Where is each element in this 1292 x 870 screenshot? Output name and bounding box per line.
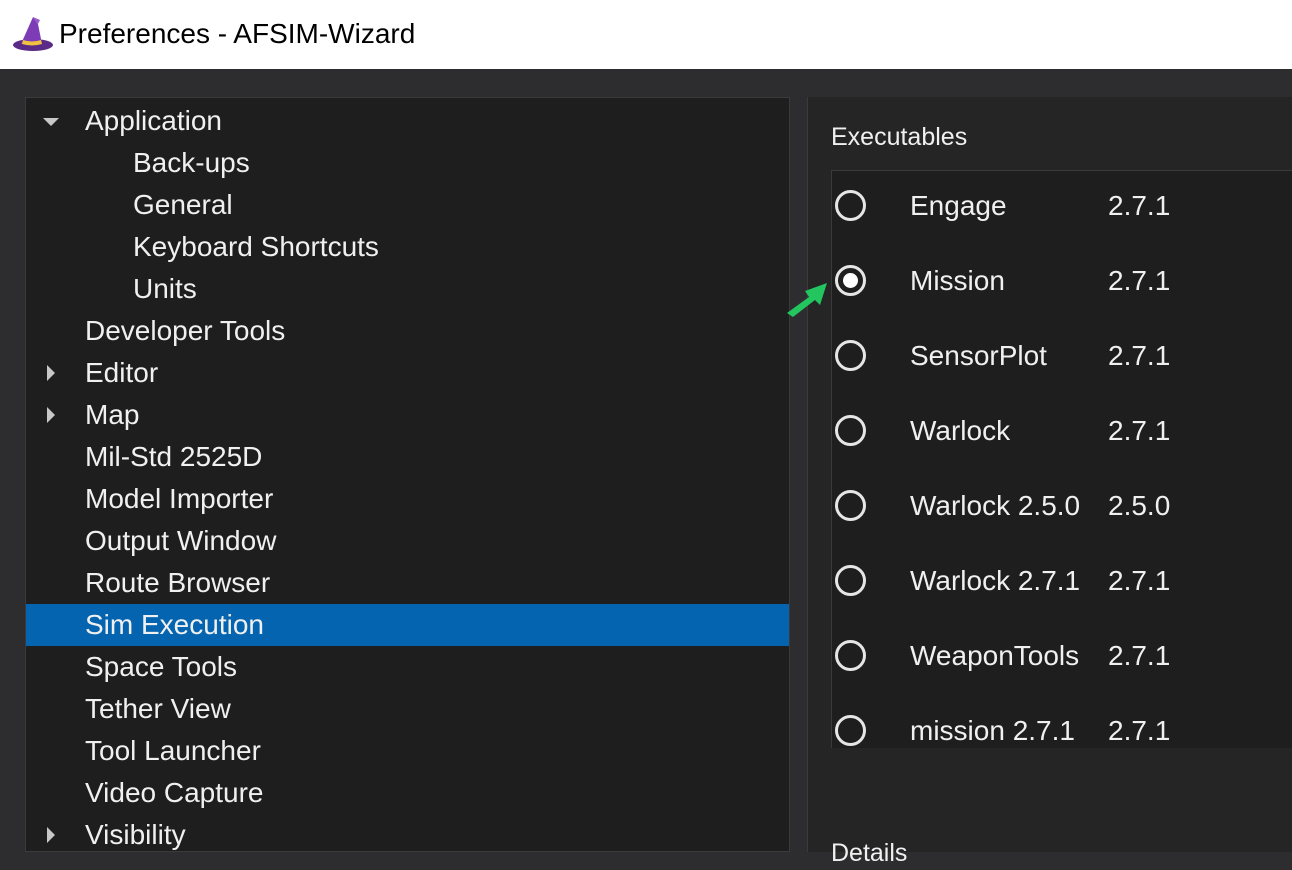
- tree-item-label: Route Browser: [85, 567, 271, 598]
- executable-radio[interactable]: [835, 340, 866, 371]
- tree-item-label: Units: [133, 273, 197, 304]
- executable-version: 2.7.1: [1108, 640, 1171, 671]
- window-title: Preferences - AFSIM-Wizard: [59, 18, 416, 49]
- tree-item-route-browser[interactable]: Route Browser: [26, 562, 789, 604]
- tree-item-back-ups[interactable]: Back-ups: [26, 142, 789, 184]
- tree-item-sim-execution[interactable]: Sim Execution: [26, 604, 789, 646]
- executable-name: Warlock 2.7.1: [910, 565, 1081, 596]
- executable-version: 2.7.1: [1108, 340, 1171, 371]
- executable-radio[interactable]: [835, 490, 866, 521]
- executable-name: Engage: [910, 190, 1007, 221]
- executable-version: 2.7.1: [1108, 715, 1171, 746]
- executable-row[interactable]: Warlock 2.5.0 2.5.0: [832, 471, 1292, 546]
- executable-radio[interactable]: [835, 715, 866, 746]
- details-title: Details: [831, 839, 908, 867]
- tree-item-label: Space Tools: [85, 651, 238, 682]
- executable-row[interactable]: Mission 2.7.1: [832, 246, 1292, 321]
- tree-item-label: Application: [85, 105, 222, 136]
- executable-radio[interactable]: [835, 640, 866, 671]
- executable-name: Mission: [910, 265, 1005, 296]
- tree-item-map[interactable]: Map: [26, 394, 789, 436]
- executable-name: mission 2.7.1: [910, 715, 1075, 746]
- executable-row[interactable]: Warlock 2.7.1: [832, 396, 1292, 471]
- tree-item-output-window[interactable]: Output Window: [26, 520, 789, 562]
- green-arrow-annotation: [787, 283, 827, 317]
- tree-item-keyboard-shortcuts[interactable]: Keyboard Shortcuts: [26, 226, 789, 268]
- executable-version: 2.7.1: [1108, 565, 1171, 596]
- chevron-down-icon[interactable]: [43, 118, 59, 126]
- tree-item-label: Visibility: [85, 819, 186, 850]
- executable-name: Warlock: [910, 415, 1011, 446]
- title-bar: Preferences - AFSIM-Wizard: [0, 0, 1292, 69]
- executables-title: Executables: [831, 123, 968, 151]
- tree-item-editor[interactable]: Editor: [26, 352, 789, 394]
- executable-version: 2.7.1: [1108, 265, 1171, 296]
- tree-item-mil-std-2525d[interactable]: Mil-Std 2525D: [26, 436, 789, 478]
- executable-row[interactable]: WeaponTools 2.7.1: [832, 621, 1292, 696]
- tree-item-label: Model Importer: [85, 483, 274, 514]
- tree-item-label: Map: [85, 399, 140, 430]
- preferences-tree[interactable]: Application Back-ups General Keyboard Short…: [25, 97, 790, 852]
- chevron-right-icon[interactable]: [47, 365, 55, 381]
- executable-name: Warlock 2.5.0: [910, 490, 1081, 521]
- tree-item-label: Output Window: [85, 525, 277, 556]
- chevron-right-icon[interactable]: [47, 407, 55, 423]
- executable-version: 2.7.1: [1108, 190, 1171, 221]
- tree-item-label: Tool Launcher: [85, 735, 261, 766]
- executable-row[interactable]: SensorPlot 2.7.1: [832, 321, 1292, 396]
- tree-item-video-capture[interactable]: Video Capture: [26, 772, 789, 814]
- tree-item-general[interactable]: General: [26, 184, 789, 226]
- executable-radio[interactable]: [835, 190, 866, 221]
- tree-item-space-tools[interactable]: Space Tools: [26, 646, 789, 688]
- wizard-hat-icon: [13, 17, 53, 51]
- executable-radio[interactable]: [835, 415, 866, 446]
- tree-item-label: Video Capture: [85, 777, 264, 808]
- tree-item-tool-launcher[interactable]: Tool Launcher: [26, 730, 789, 772]
- tree-item-label: Mil-Std 2525D: [85, 441, 263, 472]
- tree-item-label: Developer Tools: [85, 315, 286, 346]
- executable-version: 2.7.1: [1108, 415, 1171, 446]
- tree-item-model-importer[interactable]: Model Importer: [26, 478, 789, 520]
- executable-version: 2.5.0: [1108, 490, 1171, 521]
- executables-list[interactable]: Engage 2.7.1 Mission 2.7.1 SensorPlot 2.7.1 Wa…: [831, 170, 1292, 748]
- tree-item-tether-view[interactable]: Tether View: [26, 688, 789, 730]
- tree-item-units[interactable]: Units: [26, 268, 789, 310]
- tree-item-visibility[interactable]: Visibility: [26, 814, 789, 851]
- executable-name: SensorPlot: [910, 340, 1047, 371]
- chevron-right-icon[interactable]: [47, 827, 55, 843]
- executable-radio[interactable]: [835, 265, 866, 296]
- executable-name: WeaponTools: [910, 640, 1080, 671]
- tree-item-label: Tether View: [85, 693, 231, 724]
- tree-item-label: Sim Execution: [85, 609, 264, 640]
- tree-item-developer-tools[interactable]: Developer Tools: [26, 310, 789, 352]
- executable-row[interactable]: Warlock 2.7.1 2.7.1: [832, 546, 1292, 621]
- tree-item-label: General: [133, 189, 233, 220]
- executable-radio[interactable]: [835, 565, 866, 596]
- executable-row[interactable]: mission 2.7.1 2.7.1: [832, 696, 1292, 748]
- tree-item-label: Keyboard Shortcuts: [133, 231, 379, 262]
- tree-item-label: Editor: [85, 357, 159, 388]
- tree-item-application[interactable]: Application: [26, 100, 789, 142]
- tree-item-label: Back-ups: [133, 147, 250, 178]
- executable-row[interactable]: Engage 2.7.1: [832, 171, 1292, 246]
